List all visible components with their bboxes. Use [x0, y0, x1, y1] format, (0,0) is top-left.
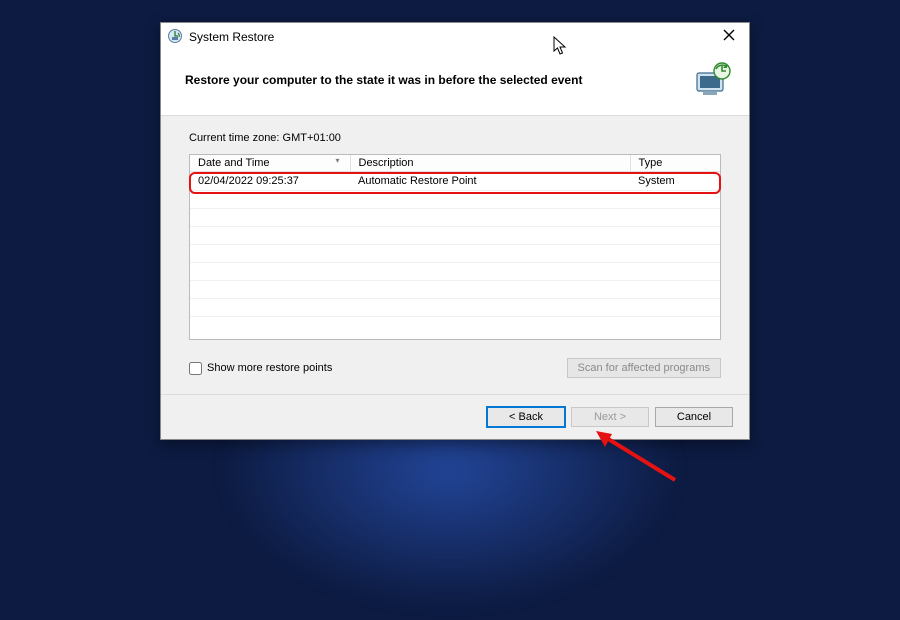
- headline: Restore your computer to the state it wa…: [185, 73, 681, 87]
- table-row-empty: [190, 281, 720, 299]
- scan-affected-button[interactable]: Scan for affected programs: [567, 358, 721, 378]
- restore-points-table[interactable]: Date and Time ▾ Description Type 02/04/2…: [190, 155, 720, 317]
- show-more-checkbox[interactable]: [189, 362, 202, 375]
- restore-large-icon: [691, 59, 733, 101]
- dialog-footer: < Back Next > Cancel: [161, 394, 749, 439]
- table-row-empty: [190, 263, 720, 281]
- cancel-button[interactable]: Cancel: [655, 407, 733, 427]
- col-datetime-label: Date and Time: [198, 157, 270, 169]
- header-bar: Restore your computer to the state it wa…: [161, 51, 749, 116]
- col-type[interactable]: Type: [630, 155, 720, 172]
- col-description-label: Description: [359, 157, 414, 169]
- table-row-empty: [190, 209, 720, 227]
- table-row-empty: [190, 299, 720, 317]
- titlebar: System Restore: [161, 23, 749, 51]
- table-row-empty: [190, 227, 720, 245]
- show-more-text: Show more restore points: [207, 362, 332, 374]
- cell-type: System: [630, 172, 720, 191]
- close-icon[interactable]: [717, 27, 741, 47]
- timezone-label: Current time zone: GMT+01:00: [189, 132, 721, 144]
- col-type-label: Type: [639, 157, 663, 169]
- table-row-empty: [190, 245, 720, 263]
- restore-points-table-container: Date and Time ▾ Description Type 02/04/2…: [189, 154, 721, 340]
- restore-icon: [167, 28, 183, 47]
- dialog-body: Current time zone: GMT+01:00 Date and Ti…: [161, 116, 749, 394]
- col-datetime[interactable]: Date and Time ▾: [190, 155, 350, 172]
- back-button[interactable]: < Back: [487, 407, 565, 427]
- window-title: System Restore: [189, 30, 274, 44]
- col-description[interactable]: Description: [350, 155, 630, 172]
- cell-datetime: 02/04/2022 09:25:37: [190, 172, 350, 191]
- system-restore-dialog: System Restore Restore your computer to …: [160, 22, 750, 440]
- below-table-row: Show more restore points Scan for affect…: [189, 358, 721, 378]
- show-more-checkbox-label[interactable]: Show more restore points: [189, 362, 332, 375]
- sort-indicator-icon: ▾: [335, 156, 339, 165]
- next-button[interactable]: Next >: [571, 407, 649, 427]
- table-row-empty: [190, 191, 720, 209]
- cell-description: Automatic Restore Point: [350, 172, 630, 191]
- table-row[interactable]: 02/04/2022 09:25:37 Automatic Restore Po…: [190, 172, 720, 191]
